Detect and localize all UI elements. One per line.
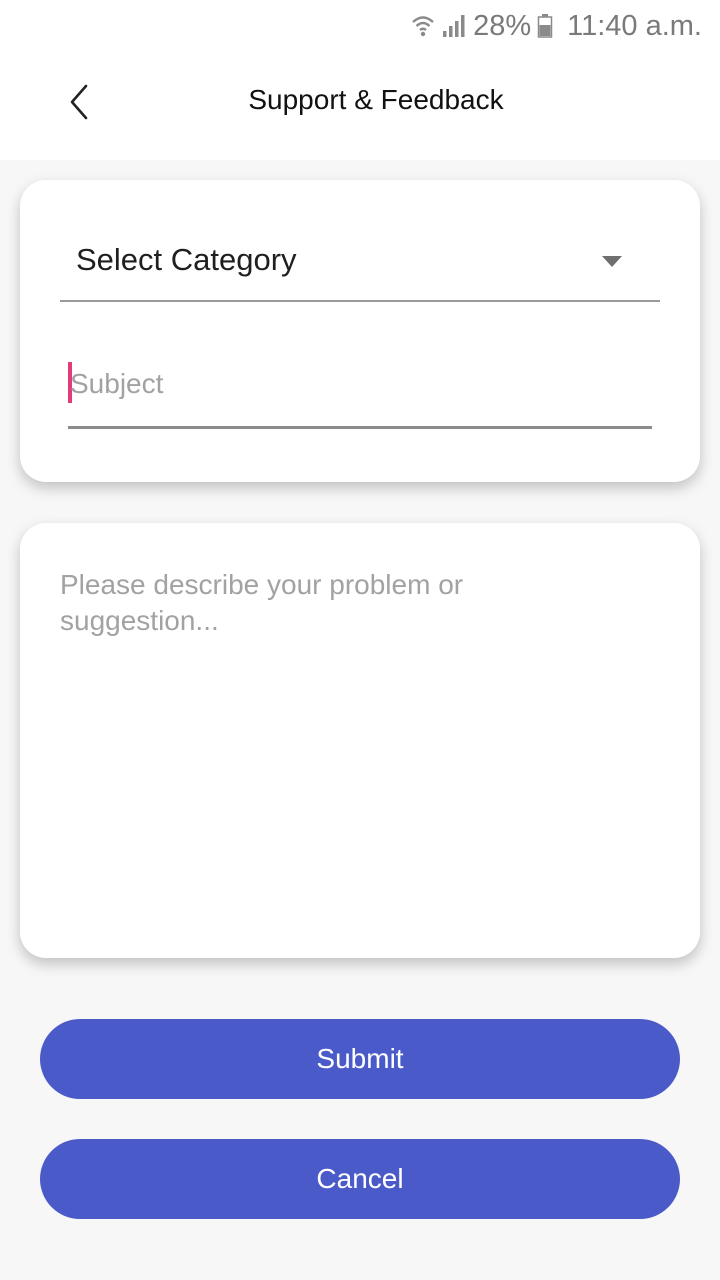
submit-button[interactable]: Submit xyxy=(40,1019,680,1099)
subject-card: Select Category Subject xyxy=(20,180,700,482)
battery-percent: 28% xyxy=(473,9,532,42)
status-bar: 28% 11:40 a.m. xyxy=(411,8,702,44)
category-dropdown[interactable]: Select Category xyxy=(60,212,660,302)
battery-icon xyxy=(537,13,553,39)
page-title: Support & Feedback xyxy=(248,84,504,115)
app-header: 28% 11:40 a.m. Support & Feedback xyxy=(0,0,720,160)
signal-icon xyxy=(441,13,467,39)
subject-input[interactable]: Subject xyxy=(68,350,652,429)
category-label: Select Category xyxy=(76,242,297,277)
wifi-icon xyxy=(411,13,435,39)
status-time: 11:40 a.m. xyxy=(567,9,702,42)
subject-placeholder: Subject xyxy=(70,368,164,399)
dropdown-arrow-icon xyxy=(602,256,622,267)
description-textarea[interactable]: Please describe your problem or suggesti… xyxy=(20,523,700,958)
cancel-button[interactable]: Cancel xyxy=(40,1139,680,1219)
description-placeholder: Please describe your problem or suggesti… xyxy=(60,569,464,636)
